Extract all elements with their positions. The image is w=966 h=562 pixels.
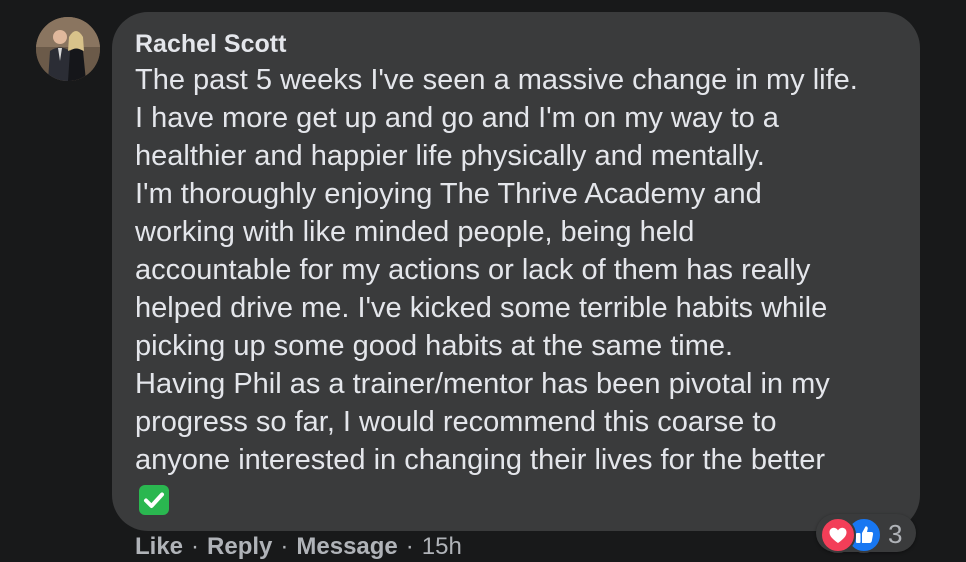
comment-line: picking up some good habits at the same … — [135, 330, 734, 362]
separator: · — [191, 533, 200, 560]
like-link[interactable]: Like — [135, 532, 183, 562]
comment-line: working with like minded people, being h… — [135, 216, 695, 248]
separator: · — [280, 533, 289, 560]
comment-line: progress so far, I would recommend this … — [135, 406, 777, 438]
reaction-count: 3 — [888, 519, 903, 549]
comment-line: I'm thoroughly enjoying The Thrive Acade… — [135, 178, 762, 210]
comment-text: The past 5 weeks I've seen a massive cha… — [135, 61, 915, 479]
comment-line: The past 5 weeks I've seen a massive cha… — [135, 64, 858, 96]
message-link[interactable]: Message — [296, 532, 397, 562]
comment-line: anyone interested in changing their live… — [135, 444, 825, 476]
comment-line: healthier and happier life physically an… — [135, 140, 765, 172]
comment-bubble: Rachel Scott The past 5 weeks I've seen … — [112, 12, 920, 531]
comment-line: helped drive me. I've kicked some terrib… — [135, 292, 828, 324]
reply-link[interactable]: Reply — [207, 532, 272, 562]
white-check-mark-icon — [139, 485, 169, 515]
comment-author[interactable]: Rachel Scott — [135, 29, 286, 59]
separator: · — [405, 533, 414, 560]
comment-actions: Like · Reply · Message · 15h — [135, 532, 462, 562]
reactions-summary[interactable]: 3 — [816, 514, 916, 553]
comment-line: Having Phil as a trainer/mentor has been… — [135, 368, 830, 400]
comment-line: I have more get up and go and I'm on my … — [135, 102, 779, 134]
comment-timestamp[interactable]: 15h — [422, 532, 462, 562]
love-icon — [820, 517, 856, 553]
avatar[interactable] — [36, 17, 100, 81]
comment-line: accountable for my actions or lack of th… — [135, 254, 811, 286]
